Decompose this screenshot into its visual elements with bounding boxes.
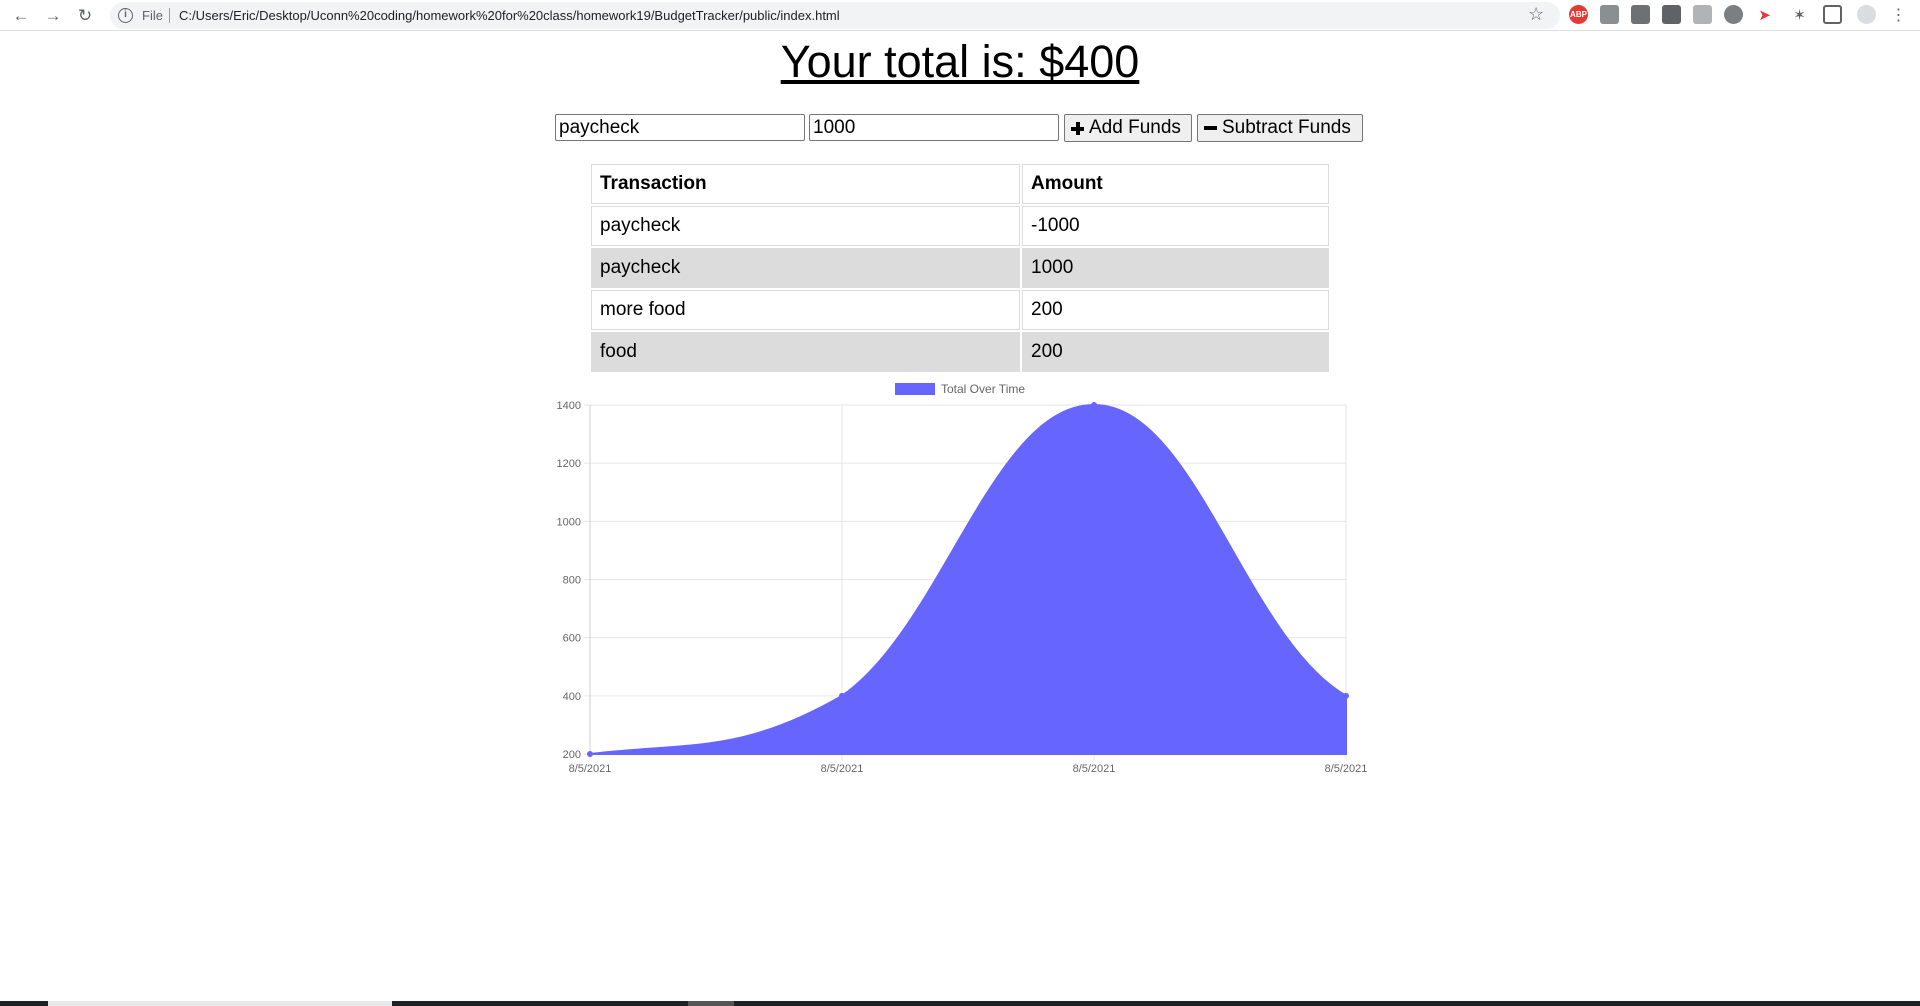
forward-arrow-icon[interactable]: →: [41, 4, 65, 28]
transaction-name-input[interactable]: [555, 114, 805, 141]
url-text[interactable]: C:/Users/Eric/Desktop/Uconn%20coding/hom…: [179, 8, 840, 23]
x-tick-label: 8/5/2021: [1325, 763, 1368, 775]
address-bar[interactable]: i File C:/Users/Eric/Desktop/Uconn%20cod…: [110, 2, 1560, 29]
back-arrow-icon[interactable]: ←: [9, 4, 33, 28]
table-header-row: Transaction Amount: [591, 164, 1329, 204]
taskbar-strip: [0, 1001, 1920, 1006]
taskbar-segment: [688, 1001, 734, 1006]
data-point: [1343, 692, 1349, 699]
y-tick-label: 1400: [557, 400, 581, 412]
transaction-name-cell: more food: [591, 290, 1020, 330]
profile-avatar[interactable]: [1857, 5, 1876, 24]
omnibox-divider: [169, 8, 170, 23]
adblock-extension-icon[interactable]: ABP: [1569, 5, 1588, 24]
transaction-amount-cell: 1000: [1022, 248, 1329, 288]
cast-icon[interactable]: [1823, 5, 1842, 24]
table-row: more food 200: [591, 290, 1329, 330]
extension-icon[interactable]: [1662, 5, 1681, 24]
table-row: paycheck -1000: [591, 206, 1329, 246]
x-tick-label: 8/5/2021: [821, 763, 864, 775]
data-point: [587, 751, 593, 757]
transaction-amount-cell: 200: [1022, 290, 1329, 330]
taskbar-segment: [48, 1001, 392, 1006]
total-over-time-chart: 200 400 600 800 1000 1200 1400 8/5/2021 8/5/2021…: [557, 382, 1368, 775]
transaction-name-cell: food: [591, 332, 1020, 372]
transactions-table: Transaction Amount paycheck -1000 payche…: [589, 162, 1331, 374]
transaction-amount-input[interactable]: [809, 114, 1059, 141]
subtract-funds-label: Subtract Funds: [1222, 117, 1351, 138]
y-tick-label: 1000: [557, 516, 581, 528]
y-tick-label: 1200: [557, 458, 581, 470]
extension-icon[interactable]: [1631, 5, 1650, 24]
browser-toolbar: ← → ↻ i File C:/Users/Eric/Desktop/Uconn…: [0, 0, 1920, 31]
legend-swatch: [895, 383, 935, 395]
legend-label: Total Over Time: [941, 382, 1025, 396]
reload-icon[interactable]: ↻: [73, 4, 97, 28]
extension-icon[interactable]: ➤: [1755, 5, 1774, 24]
info-icon[interactable]: i: [118, 8, 133, 23]
scheme-label: File: [142, 8, 163, 23]
column-header-transaction: Transaction: [591, 164, 1020, 204]
table-row: food 200: [591, 332, 1329, 372]
y-tick-label: 600: [563, 633, 581, 645]
column-header-amount: Amount: [1022, 164, 1329, 204]
data-point: [839, 692, 845, 699]
table-row: paycheck 1000: [591, 248, 1329, 288]
data-point: [1091, 402, 1097, 408]
plus-icon: [1071, 121, 1084, 135]
extension-icon[interactable]: [1600, 5, 1619, 24]
bookmark-star-icon[interactable]: ☆: [1528, 4, 1544, 25]
y-tick-label: 800: [563, 575, 581, 587]
x-tick-label: 8/5/2021: [1073, 763, 1116, 775]
y-tick-label: 200: [563, 749, 581, 761]
total-heading: Your total is: $400: [780, 36, 1140, 87]
transaction-name-cell: paycheck: [591, 248, 1020, 288]
puzzle-icon[interactable]: ✶: [1790, 5, 1809, 24]
minus-icon: [1204, 126, 1217, 130]
x-tick-label: 8/5/2021: [569, 763, 612, 775]
add-funds-label: Add Funds: [1089, 117, 1181, 138]
subtract-funds-button[interactable]: Subtract Funds: [1197, 114, 1363, 142]
menu-dots-icon[interactable]: ⋮: [1889, 5, 1908, 24]
extension-icon[interactable]: [1693, 5, 1712, 24]
transaction-amount-cell: 200: [1022, 332, 1329, 372]
extension-icon[interactable]: [1724, 5, 1743, 24]
transaction-name-cell: paycheck: [591, 206, 1020, 246]
y-tick-label: 400: [563, 691, 581, 703]
transaction-amount-cell: -1000: [1022, 206, 1329, 246]
add-funds-button[interactable]: Add Funds: [1064, 114, 1192, 142]
